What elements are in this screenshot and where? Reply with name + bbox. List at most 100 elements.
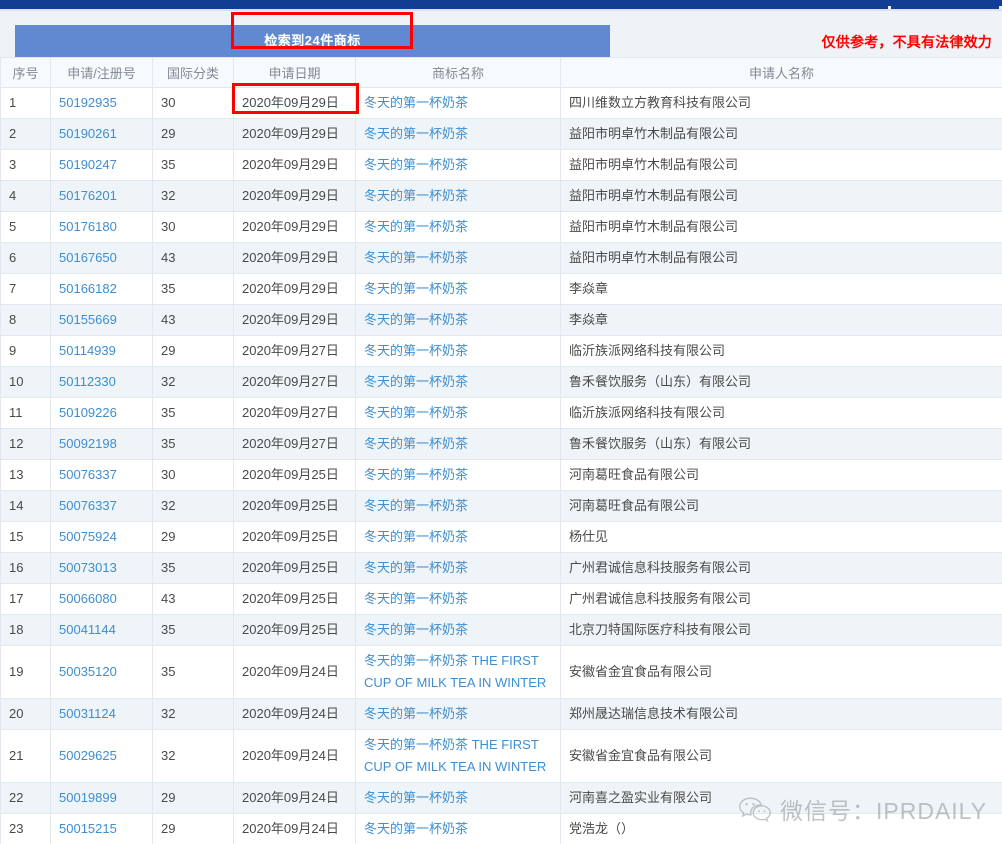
trademark-name-link[interactable]: 冬天的第一杯奶茶: [364, 281, 468, 296]
trademark-name-link[interactable]: 冬天的第一杯奶茶: [364, 95, 468, 110]
cell-application-date: 2020年09月25日: [233, 521, 356, 553]
table-row: 3 50190247 35 2020年09月29日 冬天的第一杯奶茶 益阳市明卓竹木制品有…: [0, 149, 1002, 181]
cell-applicant-name: 李焱章: [560, 273, 1002, 305]
cell-application-number: 50066080: [50, 583, 153, 615]
trademark-name-link[interactable]: 冬天的第一杯奶茶: [364, 821, 468, 836]
cell-international-class: 35: [152, 552, 234, 584]
cell-seq: 2: [0, 118, 51, 150]
application-number-link[interactable]: 50031124: [59, 706, 116, 721]
application-number-link[interactable]: 50073013: [59, 560, 117, 575]
table-row: 9 50114939 29 2020年09月27日 冬天的第一杯奶茶 临沂族派网络科技有限…: [0, 335, 1002, 367]
application-number-link[interactable]: 50015215: [59, 821, 117, 836]
application-number-link[interactable]: 50041144: [59, 622, 116, 637]
table-row: 21 50029625 32 2020年09月24日 冬天的第一杯奶茶 THE FIRS…: [0, 729, 1002, 783]
trademark-name-link[interactable]: 冬天的第一杯奶茶: [364, 591, 468, 606]
table-row: 2 50190261 29 2020年09月29日 冬天的第一杯奶茶 益阳市明卓竹木制品有…: [0, 118, 1002, 150]
trademark-name-link[interactable]: 冬天的第一杯奶茶: [364, 436, 468, 451]
application-number-link[interactable]: 50155669: [59, 312, 117, 327]
trademark-name-link[interactable]: 冬天的第一杯奶茶 THE FIRST CUP OF MILK TEA IN WI…: [364, 653, 546, 690]
cell-trademark-name: 冬天的第一杯奶茶: [355, 304, 561, 336]
table-row: 6 50167650 43 2020年09月29日 冬天的第一杯奶茶 益阳市明卓竹木制品有…: [0, 242, 1002, 274]
cell-trademark-name: 冬天的第一杯奶茶: [355, 180, 561, 212]
cell-application-number: 50035120: [50, 645, 153, 699]
trademark-name-link[interactable]: 冬天的第一杯奶茶: [364, 706, 468, 721]
cell-application-number: 50190261: [50, 118, 153, 150]
table-row: 17 50066080 43 2020年09月25日 冬天的第一杯奶茶 广州君诚信息科技服…: [0, 583, 1002, 615]
cell-international-class: 32: [152, 366, 234, 398]
trademark-name-link[interactable]: 冬天的第一杯奶茶: [364, 529, 468, 544]
application-number-link[interactable]: 50066080: [59, 591, 117, 606]
trademark-name-link[interactable]: 冬天的第一杯奶茶: [364, 560, 468, 575]
page-root: 检索到24件商标 仅供参考，不具有法律效力 序号 申请/注册号 国际分类 申请日…: [0, 0, 1002, 844]
cell-trademark-name: 冬天的第一杯奶茶: [355, 490, 561, 522]
cell-applicant-name: 益阳市明卓竹木制品有限公司: [560, 118, 1002, 150]
application-number-link[interactable]: 50075924: [59, 529, 117, 544]
cell-international-class: 43: [152, 304, 234, 336]
cell-seq: 6: [0, 242, 51, 274]
trademark-name-link[interactable]: 冬天的第一杯奶茶: [364, 622, 468, 637]
trademark-name-link[interactable]: 冬天的第一杯奶茶: [364, 790, 468, 805]
application-number-link[interactable]: 50192935: [59, 95, 117, 110]
trademark-name-link[interactable]: 冬天的第一杯奶茶: [364, 498, 468, 513]
application-number-link[interactable]: 50019899: [59, 790, 117, 805]
application-number-link[interactable]: 50076337: [59, 498, 117, 513]
application-number-link[interactable]: 50190261: [59, 126, 117, 141]
cell-international-class: 35: [152, 273, 234, 305]
cell-applicant-name: 广州君诚信息科技服务有限公司: [560, 552, 1002, 584]
table-row: 5 50176180 30 2020年09月29日 冬天的第一杯奶茶 益阳市明卓竹木制品有…: [0, 211, 1002, 243]
cell-application-date: 2020年09月29日: [233, 242, 356, 274]
cell-seq: 20: [0, 698, 51, 730]
application-number-link[interactable]: 50190247: [59, 157, 117, 172]
cell-application-date: 2020年09月29日: [233, 273, 356, 305]
cell-seq: 15: [0, 521, 51, 553]
cell-application-date: 2020年09月29日: [233, 211, 356, 243]
cell-application-number: 50092198: [50, 428, 153, 460]
application-number-link[interactable]: 50035120: [59, 664, 117, 679]
cell-applicant-name: 益阳市明卓竹木制品有限公司: [560, 211, 1002, 243]
cell-application-date: 2020年09月25日: [233, 583, 356, 615]
trademark-name-link[interactable]: 冬天的第一杯奶茶: [364, 219, 468, 234]
cell-applicant-name: 河南葛旺食品有限公司: [560, 490, 1002, 522]
cell-application-number: 50015215: [50, 813, 153, 844]
col-header-seq: 序号: [0, 57, 51, 88]
application-number-link[interactable]: 50166182: [59, 281, 117, 296]
application-number-link[interactable]: 50114939: [59, 343, 116, 358]
cell-applicant-name: 党浩龙（）: [560, 813, 1002, 844]
cell-international-class: 43: [152, 242, 234, 274]
cell-trademark-name: 冬天的第一杯奶茶 THE FIRST CUP OF MILK TEA IN WI…: [355, 645, 561, 699]
application-number-link[interactable]: 50109226: [59, 405, 117, 420]
trademark-name-link[interactable]: 冬天的第一杯奶茶 THE FIRST CUP OF MILK TEA IN WI…: [364, 737, 546, 774]
cell-seq: 5: [0, 211, 51, 243]
table-header-row: 序号 申请/注册号 国际分类 申请日期 商标名称 申请人名称: [0, 57, 1002, 88]
trademark-name-link[interactable]: 冬天的第一杯奶茶: [364, 126, 468, 141]
cell-application-date: 2020年09月27日: [233, 335, 356, 367]
col-header-applicant: 申请人名称: [560, 57, 1002, 88]
application-number-link[interactable]: 50076337: [59, 467, 117, 482]
application-number-link[interactable]: 50167650: [59, 250, 117, 265]
table-row: 23 50015215 29 2020年09月24日 冬天的第一杯奶茶 党浩龙（）: [0, 813, 1002, 844]
cell-application-number: 50075924: [50, 521, 153, 553]
cell-application-number: 50029625: [50, 729, 153, 783]
cell-trademark-name: 冬天的第一杯奶茶: [355, 149, 561, 181]
cell-seq: 10: [0, 366, 51, 398]
trademark-name-link[interactable]: 冬天的第一杯奶茶: [364, 343, 468, 358]
cell-international-class: 43: [152, 583, 234, 615]
application-number-link[interactable]: 50112330: [59, 374, 116, 389]
application-number-link[interactable]: 50092198: [59, 436, 117, 451]
cell-seq: 8: [0, 304, 51, 336]
cell-application-number: 50019899: [50, 782, 153, 814]
trademark-name-link[interactable]: 冬天的第一杯奶茶: [364, 157, 468, 172]
cell-international-class: 32: [152, 490, 234, 522]
table-row: 11 50109226 35 2020年09月27日 冬天的第一杯奶茶 临沂族派网络科技有…: [0, 397, 1002, 429]
cell-trademark-name: 冬天的第一杯奶茶: [355, 552, 561, 584]
application-number-link[interactable]: 50029625: [59, 748, 117, 763]
trademark-name-link[interactable]: 冬天的第一杯奶茶: [364, 405, 468, 420]
application-number-link[interactable]: 50176201: [59, 188, 117, 203]
trademark-name-link[interactable]: 冬天的第一杯奶茶: [364, 188, 468, 203]
trademark-name-link[interactable]: 冬天的第一杯奶茶: [364, 312, 468, 327]
trademark-name-link[interactable]: 冬天的第一杯奶茶: [364, 250, 468, 265]
cell-seq: 16: [0, 552, 51, 584]
trademark-name-link[interactable]: 冬天的第一杯奶茶: [364, 467, 468, 482]
trademark-name-link[interactable]: 冬天的第一杯奶茶: [364, 374, 468, 389]
application-number-link[interactable]: 50176180: [59, 219, 117, 234]
